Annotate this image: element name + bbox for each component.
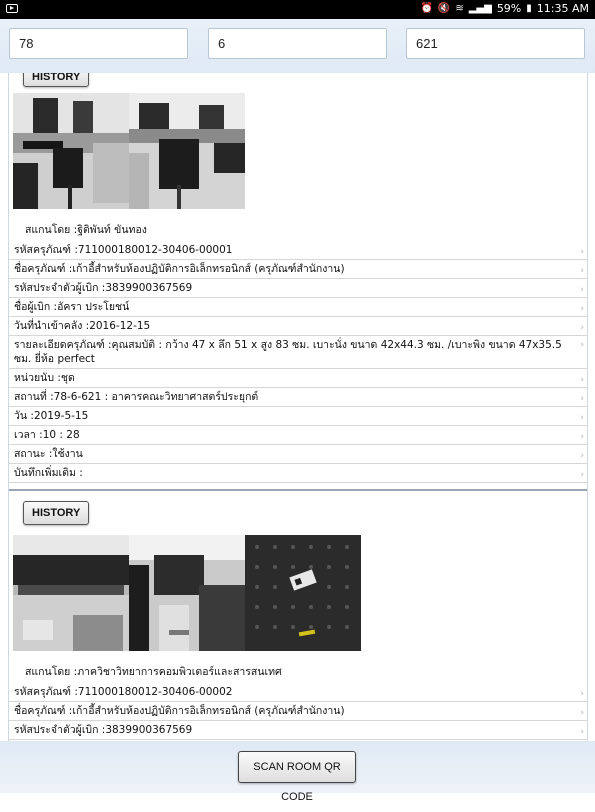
chevron-right-icon: › <box>580 689 584 699</box>
status-icons: ⏰ 🔇 ≋ ▂▄▆ 59% ▮ 11:35 AM <box>420 2 589 15</box>
field-text: รหัสครุภัณฑ์ :711000180012-30406-00001 <box>14 244 233 256</box>
field-text: บันทึกเพิ่มเติม : <box>14 467 83 479</box>
chevron-right-icon: › <box>580 375 584 385</box>
bottom-bar: SCAN ROOM QR CODE <box>0 741 595 803</box>
chevron-right-icon: › <box>580 451 584 461</box>
list-item[interactable]: ชื่อครุภัณฑ์ :เก้าอี้สำหรับห้องปฏิบัติกา… <box>9 702 587 721</box>
status-bar: ⏰ 🔇 ≋ ▂▄▆ 59% ▮ 11:35 AM <box>0 0 595 19</box>
field-text: วัน :2019-5-15 <box>14 410 89 422</box>
chevron-right-icon: › <box>580 323 584 333</box>
field-list: รหัสครุภัณฑ์ :711000180012-30406-00001 › … <box>9 241 587 483</box>
field-text: รหัสประจำตัวผู้เบิก :3839900367569 <box>14 724 193 736</box>
field-text: รหัสประจำตัวผู้เบิก :3839900367569 <box>14 282 193 294</box>
chevron-right-icon: › <box>580 470 584 480</box>
history-button[interactable]: HISTORY <box>23 501 90 525</box>
list-item[interactable]: สถานที่ :78-6-621 : อาคารคณะวิทยาศาสตร์ป… <box>9 388 587 407</box>
chevron-right-icon: › <box>580 247 584 257</box>
asset-photo[interactable] <box>129 93 245 209</box>
list-item[interactable]: วัน :2019-5-15 › <box>9 407 587 426</box>
scanned-by: สแกนโดย :ฐิติพันท์ ขันทอง <box>25 224 147 236</box>
alarm-icon: ⏰ <box>420 3 433 14</box>
field-list: รหัสครุภัณฑ์ :711000180012-30406-00002 › … <box>9 683 587 740</box>
field-text: สถานที่ :78-6-621 : อาคารคณะวิทยาศาสตร์ป… <box>14 391 259 403</box>
field-text: สถานะ :ใช้งาน <box>14 448 83 460</box>
history-button[interactable]: HISTORY <box>23 73 90 87</box>
field-text: ชื่อผู้เบิก :อัครา ประโยชน์ <box>14 301 130 313</box>
list-item[interactable]: รหัสครุภัณฑ์ :711000180012-30406-00002 › <box>9 683 587 702</box>
chevron-right-icon: › <box>580 340 584 350</box>
clock: 11:35 AM <box>536 2 589 15</box>
record-card: HISTORY <box>9 73 587 491</box>
wifi-icon: ≋ <box>455 3 464 14</box>
list-item[interactable]: รหัสประจำตัวผู้เบิก :3839900367569 › <box>9 279 587 298</box>
mute-icon: 🔇 <box>437 3 451 14</box>
asset-photo[interactable] <box>245 535 361 651</box>
list-item[interactable]: ชื่อครุภัณฑ์ :เก้าอี้สำหรับห้องปฏิบัติกา… <box>9 260 587 279</box>
room-input[interactable]: 621 <box>406 28 585 59</box>
asset-photo[interactable] <box>13 535 129 651</box>
location-input-bar: 78 6 621 <box>0 19 595 73</box>
battery-percent: 59% <box>496 2 522 15</box>
chevron-right-icon: › <box>580 708 584 718</box>
field-text: รหัสครุภัณฑ์ :711000180012-30406-00002 <box>14 686 233 698</box>
field-text: หน่วยนับ :ชุด <box>14 372 75 384</box>
field-text: เวลา :10 : 28 <box>14 429 80 441</box>
list-item[interactable]: เวลา :10 : 28 › <box>9 426 587 445</box>
floor-input[interactable]: 6 <box>208 28 387 59</box>
asset-photo[interactable] <box>129 535 245 651</box>
list-item[interactable]: ชื่อผู้เบิก :อัครา ประโยชน์ › <box>9 298 587 317</box>
chevron-right-icon: › <box>580 285 584 295</box>
list-item[interactable]: วันที่นำเข้าคลัง :2016-12-15 › <box>9 317 587 336</box>
field-text: ชื่อครุภัณฑ์ :เก้าอี้สำหรับห้องปฏิบัติกา… <box>14 263 345 275</box>
field-text: รายละเอียดครุภัณฑ์ :คุณสมบัติ : กว้าง 47… <box>14 339 562 365</box>
chevron-right-icon: › <box>580 432 584 442</box>
record-divider <box>9 483 587 491</box>
scan-room-qr-button[interactable]: SCAN ROOM QR CODE <box>238 751 356 803</box>
chevron-right-icon: › <box>580 266 584 276</box>
records-list[interactable]: HISTORY สแกนโดย:ฐิติพันท์ ขันทอง รหัสคร… <box>8 73 588 741</box>
signal-icon: ▂▄▆ <box>468 3 492 14</box>
building-input[interactable]: 78 <box>9 28 188 59</box>
chevron-right-icon: › <box>580 727 584 737</box>
scanned-by: สแกนโดย :ภาควิชาวิทยาการคอมพิวเตอร์และสา… <box>25 666 282 678</box>
list-item[interactable]: สถานะ :ใช้งาน › <box>9 445 587 464</box>
photo-strip <box>13 93 587 209</box>
youtube-icon <box>6 4 18 13</box>
asset-photo[interactable] <box>13 93 129 209</box>
chevron-right-icon: › <box>580 394 584 404</box>
list-item[interactable]: รหัสครุภัณฑ์ :711000180012-30406-00001 › <box>9 241 587 260</box>
list-item[interactable]: บันทึกเพิ่มเติม : › <box>9 464 587 483</box>
list-item[interactable]: หน่วยนับ :ชุด › <box>9 369 587 388</box>
battery-icon: ▮ <box>526 3 532 14</box>
list-item[interactable]: รหัสประจำตัวผู้เบิก :3839900367569 › <box>9 721 587 740</box>
photo-strip <box>13 535 587 651</box>
list-item[interactable]: รายละเอียดครุภัณฑ์ :คุณสมบัติ : กว้าง 47… <box>9 336 587 369</box>
field-text: วันที่นำเข้าคลัง :2016-12-15 <box>14 320 151 332</box>
chevron-right-icon: › <box>580 304 584 314</box>
record-card: HISTORY <box>9 501 587 740</box>
field-text: ชื่อครุภัณฑ์ :เก้าอี้สำหรับห้องปฏิบัติกา… <box>14 705 345 717</box>
chevron-right-icon: › <box>580 413 584 423</box>
